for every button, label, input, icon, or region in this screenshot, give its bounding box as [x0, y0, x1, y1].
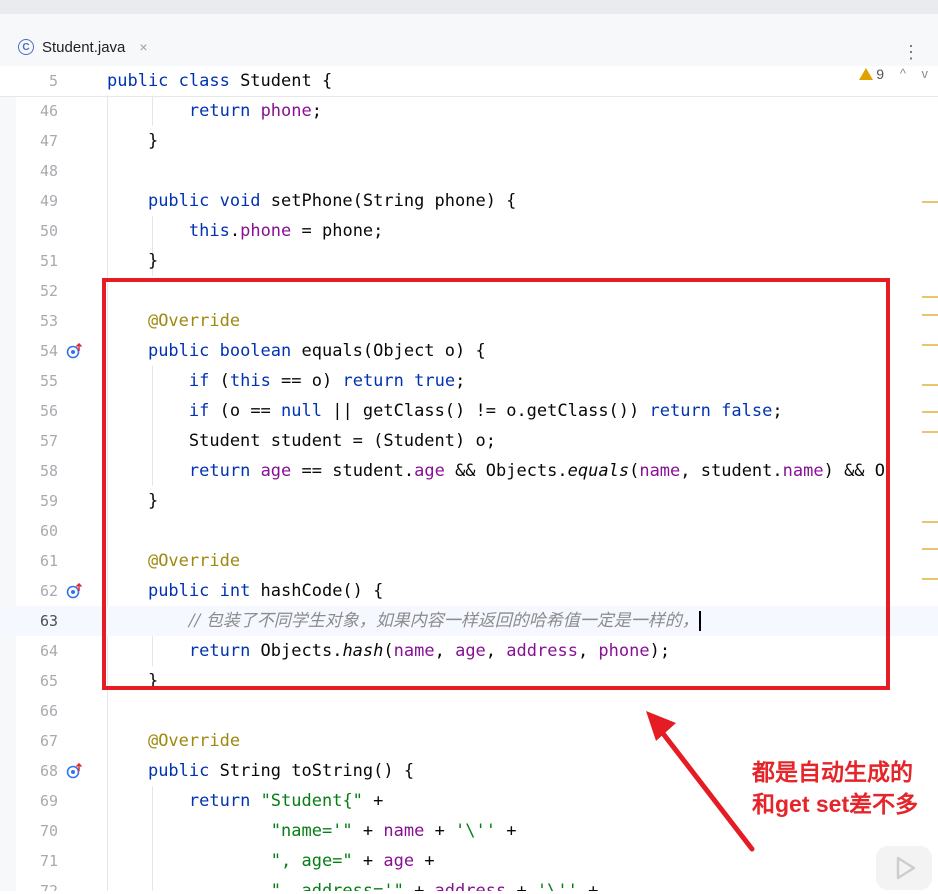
code-line: ", address='" + address + '\'' +: [270, 881, 599, 891]
code-line: public String toString() {: [147, 761, 415, 781]
tab-student-java[interactable]: C Student.java ×: [18, 28, 148, 66]
code-row: 49 public void setPhone(String phone) {: [0, 186, 938, 216]
code-line: return phone;: [188, 101, 322, 121]
highlight-box: [102, 278, 890, 690]
line-number: 53: [39, 312, 58, 330]
code-line: }: [107, 251, 159, 271]
line-number: 50: [39, 222, 58, 240]
line-number: 67: [39, 732, 58, 750]
code-row: 48: [0, 156, 938, 186]
editor-tab-bar: C Student.java × ⋮: [0, 14, 938, 78]
override-method-icon[interactable]: [66, 763, 82, 779]
more-options-icon[interactable]: ⋮: [902, 42, 920, 63]
inspection-warnings[interactable]: 9: [859, 66, 884, 82]
code-line: }: [107, 131, 159, 151]
tab-label: Student.java: [42, 38, 126, 56]
code-row: 46 return phone;: [0, 96, 938, 126]
scrollbar-marker[interactable]: [922, 384, 938, 386]
line-number: 61: [39, 552, 58, 570]
scrollbar-marker[interactable]: [922, 201, 938, 203]
line-number: 57: [39, 432, 58, 450]
line-number: 52: [39, 282, 58, 300]
line-number: 49: [39, 192, 58, 210]
scrollbar-marker[interactable]: [922, 314, 938, 316]
scrollbar-marker[interactable]: [922, 521, 938, 523]
line-number: 58: [39, 462, 58, 480]
code-row: 72 ", address='" + address + '\'' +: [0, 876, 938, 891]
scrollbar-marker[interactable]: [922, 411, 938, 413]
warning-icon: [859, 68, 874, 80]
annotation-note: 都是自动生成的 和get set差不多: [752, 756, 918, 820]
scrollbar-marker[interactable]: [922, 344, 938, 346]
java-class-icon: C: [18, 39, 34, 55]
line-number: 59: [39, 492, 58, 510]
line-number: 70: [39, 822, 58, 840]
annotation-line-2: 和get set差不多: [752, 791, 919, 817]
line-number: 5: [48, 72, 58, 90]
code-line: public void setPhone(String phone) {: [147, 191, 517, 211]
line-number: 46: [39, 102, 58, 120]
line-number: 63: [39, 612, 58, 630]
line-number: 56: [39, 402, 58, 420]
code-row: 47 }: [0, 126, 938, 156]
line-number: 72: [39, 882, 58, 891]
code-line: @Override: [147, 731, 241, 751]
code-row: 51 }: [0, 246, 938, 276]
line-number: 68: [39, 762, 58, 780]
chevron-up-icon[interactable]: ^: [900, 66, 906, 81]
play-icon[interactable]: [876, 846, 932, 890]
line-number: 47: [39, 132, 58, 150]
code-line: public class Student {: [107, 71, 333, 91]
annotation-line-1: 都是自动生成的: [752, 759, 913, 785]
line-number: 48: [39, 162, 58, 180]
line-number: 60: [39, 522, 58, 540]
scrollbar-marker[interactable]: [922, 548, 938, 550]
annotation-arrow: [646, 711, 755, 852]
code-row: 71 ", age=" + age +: [0, 846, 938, 876]
code-row: 50 this.phone = phone;: [0, 216, 938, 246]
line-number: 51: [39, 252, 58, 270]
line-number: 69: [39, 792, 58, 810]
scrollbar-marker[interactable]: [922, 578, 938, 580]
scrollbar-marker[interactable]: [922, 431, 938, 433]
code-row: 66: [0, 696, 938, 726]
scrollbar-marker[interactable]: [922, 296, 938, 298]
line-number: 55: [39, 372, 58, 390]
code-row: 70 "name='" + name + '\'' +: [0, 816, 938, 846]
code-line: this.phone = phone;: [188, 221, 384, 241]
code-line: ", age=" + age +: [270, 851, 435, 871]
code-line: return "Student{" +: [188, 791, 384, 811]
code-row: 67 @Override: [0, 726, 938, 756]
window-top-strip: [0, 0, 938, 14]
chevron-down-icon[interactable]: v: [922, 66, 929, 81]
line-number: 71: [39, 852, 58, 870]
line-number: 66: [39, 702, 58, 720]
sticky-class-header[interactable]: 5 public class Student { 9 ^ v: [0, 66, 938, 97]
line-number: 65: [39, 672, 58, 690]
override-method-icon[interactable]: [66, 583, 82, 599]
override-method-icon[interactable]: [66, 343, 82, 359]
close-icon[interactable]: ×: [139, 39, 147, 55]
line-number: 64: [39, 642, 58, 660]
line-number: 54: [39, 342, 58, 360]
code-line: "name='" + name + '\'' +: [270, 821, 517, 841]
line-number: 62: [39, 582, 58, 600]
